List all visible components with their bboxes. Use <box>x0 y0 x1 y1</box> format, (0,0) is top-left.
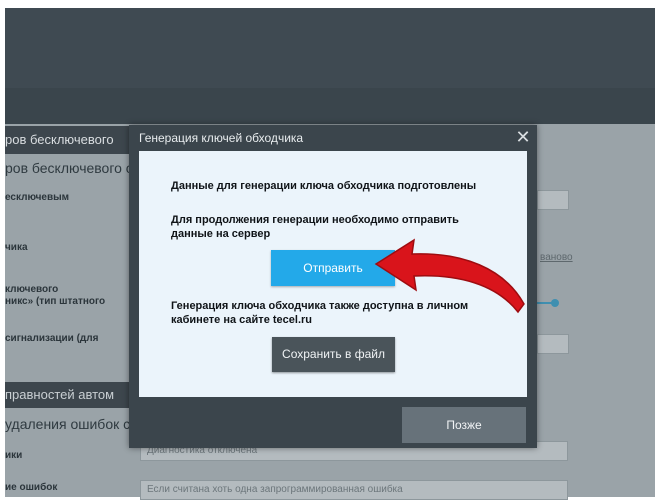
errors-input[interactable]: Если считана хоть одна запрограммированн… <box>140 480 568 500</box>
instruction-line-1: Для продолжения генерации необходимо отп… <box>171 214 459 226</box>
dialog-title: Генерация ключей обходчика <box>139 131 304 145</box>
setting-input[interactable] <box>537 334 569 354</box>
toggle-knob[interactable] <box>551 299 559 307</box>
setting-label: чика <box>5 242 28 253</box>
setting-label: ключевого <box>5 284 59 295</box>
app-header <box>5 8 655 88</box>
later-button[interactable]: Позже <box>402 407 526 443</box>
section-title: ров бесключевого <box>5 126 131 154</box>
section-band: правностей автом <box>5 382 129 408</box>
setting-label: ики <box>5 450 23 461</box>
section-heading: ров бесключевого с <box>5 160 129 176</box>
close-icon[interactable]: ✕ <box>514 127 532 147</box>
app-subheader <box>5 88 655 124</box>
red-pointer-arrow-icon <box>374 238 525 314</box>
setting-label: есключевым <box>5 192 70 203</box>
section-heading: удаления ошибок с <box>5 416 129 432</box>
setting-label: сигнализации (для <box>5 333 99 344</box>
status-message: Данные для генерации ключа обходчика под… <box>171 180 477 192</box>
setting-link[interactable]: ваново <box>540 252 573 263</box>
save-to-file-button[interactable]: Сохранить в файл <box>272 337 395 372</box>
setting-label: никс» (тип штатного <box>5 296 106 307</box>
setting-input[interactable] <box>537 190 569 210</box>
setting-label: ие ошибок <box>5 482 58 493</box>
